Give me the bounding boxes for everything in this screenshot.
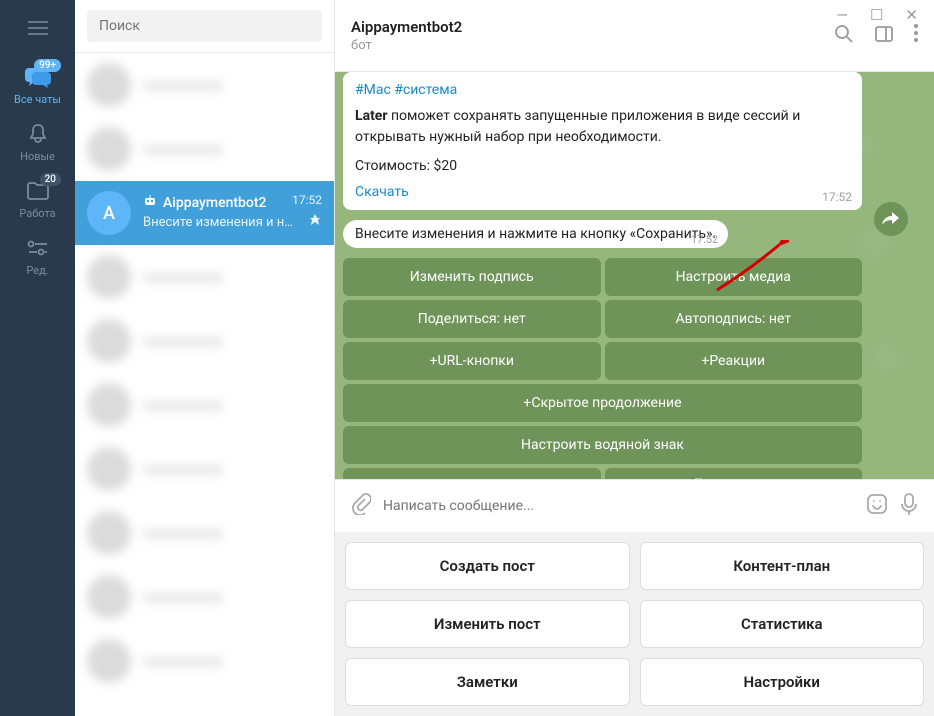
nav-rail: 99+ Все чаты Новые 20 Работа Ред. — [0, 0, 75, 716]
chat-main: Aippaymentbot2 бот #Mac #система Later п… — [335, 0, 934, 716]
annotation-arrow — [709, 240, 789, 300]
kb-content-plan[interactable]: Контент-план — [640, 542, 925, 590]
chat-title: Aippaymentbot2 — [351, 18, 834, 36]
chat-name: Aippaymentbot2 — [163, 195, 266, 211]
rail-new[interactable]: Новые — [0, 112, 75, 169]
kb-autosign[interactable]: Автоподпись: нет — [605, 300, 863, 338]
chat-list[interactable]: A Aippaymentbot2 Внесите изменения и н… … — [75, 53, 334, 716]
avatar: A — [87, 191, 131, 235]
kb-share[interactable]: Поделиться: нет — [343, 300, 601, 338]
chat-row[interactable] — [75, 501, 334, 565]
prompt-time: 17:52 — [691, 233, 718, 246]
kb-edit-caption[interactable]: Изменить подпись — [343, 258, 601, 296]
search-bar — [75, 0, 334, 53]
chat-row[interactable] — [75, 245, 334, 309]
bell-icon — [28, 122, 48, 146]
kb-save[interactable]: 💾 Сохранить — [605, 468, 863, 479]
kb-stats[interactable]: Статистика — [640, 600, 925, 648]
chat-preview: Внесите изменения и н… — [143, 215, 293, 230]
rail-all-chats[interactable]: 99+ Все чаты — [0, 55, 75, 112]
window-controls: — ☐ ✕ — [836, 0, 934, 30]
chat-list-panel: A Aippaymentbot2 Внесите изменения и н… … — [75, 0, 335, 716]
mic-icon[interactable] — [900, 492, 918, 520]
inline-keyboard: Изменить подпись Настроить медиа Поделит… — [343, 258, 862, 479]
kb-setup-media[interactable]: Настроить медиа — [605, 258, 863, 296]
edit-icon — [27, 236, 49, 260]
forward-button[interactable] — [874, 202, 908, 236]
chat-row-selected[interactable]: A Aippaymentbot2 Внесите изменения и н… … — [75, 181, 334, 245]
search-input[interactable] — [87, 10, 322, 42]
rail-work[interactable]: 20 Работа — [0, 169, 75, 226]
chat-row[interactable] — [75, 437, 334, 501]
message-tags[interactable]: #Mac #система — [355, 82, 850, 98]
kb-create-post[interactable]: Создать пост — [345, 542, 630, 590]
work-badge: 20 — [40, 173, 61, 186]
chat-row[interactable] — [75, 629, 334, 693]
kb-watermark[interactable]: Настроить водяной знак — [343, 426, 862, 464]
chat-time: 17:52 — [292, 193, 322, 207]
chat-row[interactable] — [75, 117, 334, 181]
message-price: Стоимость: $20 — [355, 158, 850, 174]
message-time: 17:52 — [822, 190, 852, 204]
bot-icon — [143, 195, 157, 211]
rail-label: Все чаты — [14, 93, 61, 106]
maximize-icon[interactable]: ☐ — [870, 6, 883, 24]
kb-url-buttons[interactable]: + URL-кнопки — [343, 342, 601, 380]
minimize-icon[interactable]: — — [836, 6, 848, 24]
close-icon[interactable]: ✕ — [905, 6, 918, 24]
reply-keyboard: Создать пост Контент-план Изменить пост … — [335, 532, 934, 716]
kb-reactions[interactable]: + Реакции — [605, 342, 863, 380]
rail-label: Новые — [20, 150, 55, 163]
message-composer — [335, 479, 934, 532]
chat-row[interactable] — [75, 565, 334, 629]
chat-row[interactable] — [75, 53, 334, 117]
rail-label: Ред. — [26, 264, 48, 277]
emoji-icon[interactable] — [866, 493, 888, 519]
message-card[interactable]: #Mac #система Later поможет сохранять за… — [343, 72, 862, 210]
kb-edit-post[interactable]: Изменить пост — [345, 600, 630, 648]
rail-label: Работа — [19, 207, 55, 220]
menu-button[interactable] — [0, 0, 75, 55]
download-link[interactable]: Скачать — [355, 184, 850, 200]
all-chats-badge: 99+ — [34, 59, 61, 72]
kb-notes[interactable]: Заметки — [345, 658, 630, 706]
message-input[interactable] — [383, 498, 854, 514]
chat-row[interactable] — [75, 309, 334, 373]
message-body: Later поможет сохранять запущенные прило… — [355, 106, 850, 148]
kb-settings[interactable]: Настройки — [640, 658, 925, 706]
prompt-message[interactable]: Внесите изменения и нажмите на кнопку «С… — [343, 220, 728, 248]
chat-subtitle: бот — [351, 38, 834, 53]
rail-edit[interactable]: Ред. — [0, 226, 75, 283]
pin-icon — [308, 213, 322, 231]
chat-row[interactable] — [75, 373, 334, 437]
chat-body[interactable]: #Mac #система Later поможет сохранять за… — [335, 72, 934, 479]
attach-icon[interactable] — [351, 493, 371, 519]
kb-cancel[interactable]: « Отменить — [343, 468, 601, 479]
kb-hidden[interactable]: + Скрытое продолжение — [343, 384, 862, 422]
